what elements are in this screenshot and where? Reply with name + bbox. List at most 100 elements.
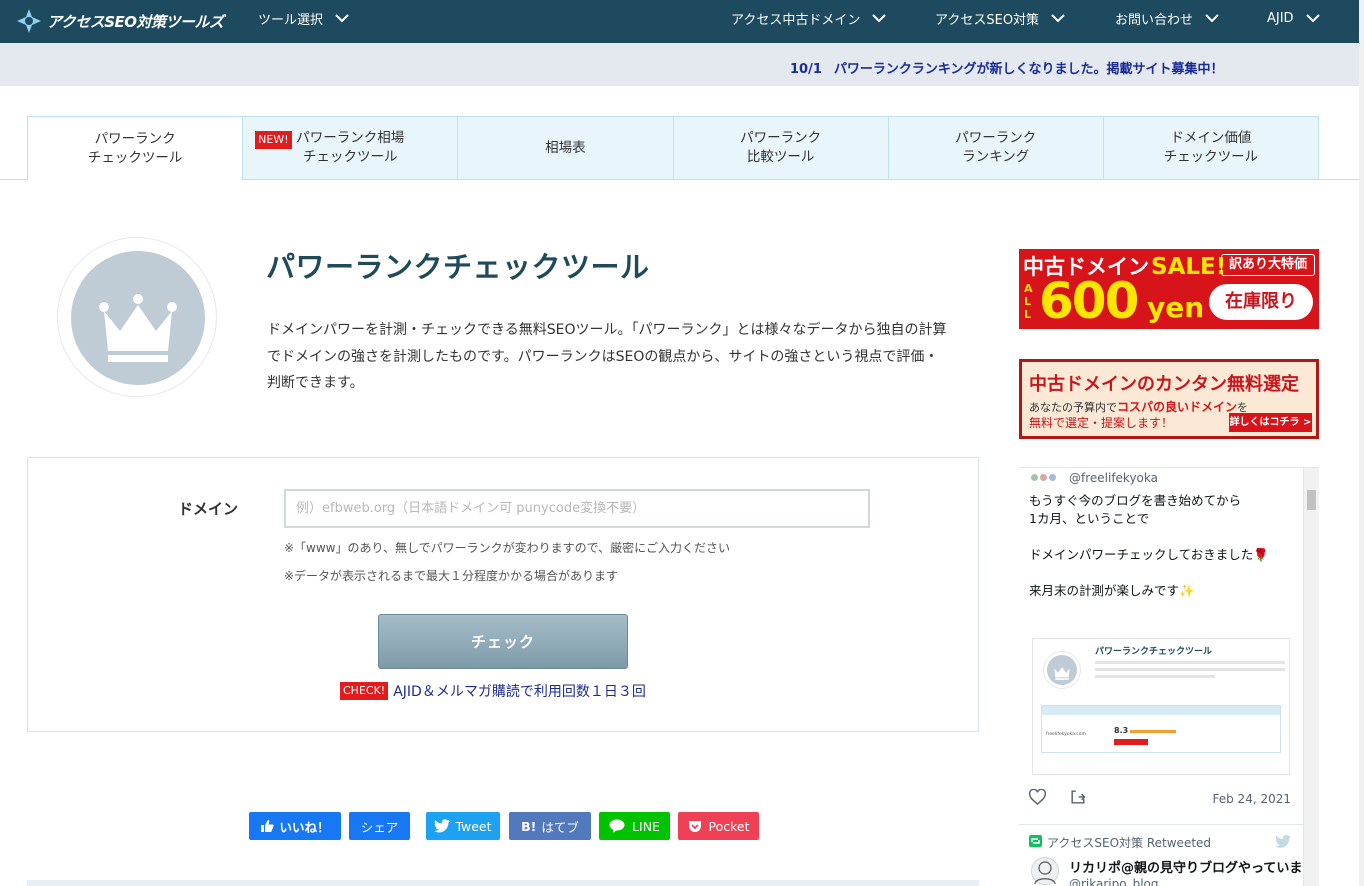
nav-ajid[interactable]: AJID [1267, 0, 1320, 36]
chevron-down-icon [1205, 13, 1219, 22]
nav-tool-select[interactable]: ツール選択 [258, 0, 349, 36]
page-title: パワーランクチェックツール [266, 250, 650, 284]
nav-used-domain[interactable]: アクセス中古ドメイン [731, 0, 887, 36]
twitter-timeline[interactable]: @freelifekyoka もうすぐ今のブログを書き始めてから 1カ月、という… [1019, 467, 1319, 886]
tab-label: 相場表 [545, 139, 586, 156]
site-header: アクセスSEO対策ツールズ ツール選択 アクセス中古ドメイン アクセスSEO対策… [0, 0, 1359, 43]
share-label: シェア [360, 819, 399, 835]
tab-market-table[interactable]: 相場表 [457, 116, 674, 180]
nav-label: ツール選択 [258, 12, 324, 28]
nav-label: AJID [1267, 10, 1294, 26]
facebook-like-button[interactable]: いいね！ [249, 812, 341, 840]
free-domain-selection-banner[interactable]: 中古ドメインのカンタン無料選定 あなたの予算内でコスパの良いドメインを 無料で選… [1019, 359, 1319, 439]
nav-label: アクセス中古ドメイン [731, 12, 861, 28]
card-domain: freelifekyoka.com [1046, 732, 1086, 737]
share-label: Pocket [708, 818, 750, 834]
card-badge [1114, 739, 1148, 745]
tab-label: 比較ツール [746, 149, 815, 165]
share-label: Tweet [455, 818, 492, 834]
timeline-scrollbar[interactable] [1303, 468, 1319, 886]
banner2-line1: あなたの予算内でコスパの良いドメインを [1029, 398, 1248, 415]
card-text-line [1095, 675, 1215, 678]
line-share-button[interactable]: LINE [599, 812, 670, 840]
banner2-line2: 無料で選定・提案します！ [1029, 416, 1174, 430]
tool-icon-bg [71, 251, 205, 385]
tweet-author-name[interactable]: リカリポ@親の見守りブログやっています [1069, 857, 1315, 876]
hatena-bookmark-button[interactable]: B! はてブ [509, 812, 591, 840]
nav-label: アクセスSEO対策 [935, 12, 1040, 28]
tab-powerrank-ranking[interactable]: パワーランク ランキング [887, 116, 1104, 180]
tab-label: チェックツール [87, 149, 183, 166]
chevron-down-icon [335, 13, 349, 22]
retweet-icon [1029, 835, 1042, 847]
tool-icon-circle [57, 237, 217, 397]
pocket-button[interactable]: Pocket [678, 812, 759, 840]
tweet-button[interactable]: Tweet [426, 812, 500, 840]
tweet-handle[interactable]: @freelifekyoka [1069, 471, 1158, 485]
twitter-bird-icon [434, 819, 451, 833]
tweet-date[interactable]: Feb 24, 2021 [1213, 792, 1292, 806]
banner-tag: 訳あり大特価 [1221, 254, 1315, 276]
tab-powerrank-market[interactable]: NEW! パワーランク相場 チェックツール [242, 116, 459, 180]
page-description: ドメインパワーを計測・チェックできる無料SEOツール。「パワーランク」とは様々な… [267, 322, 947, 391]
tab-domain-value[interactable]: ドメイン価値 チェックツール [1102, 116, 1320, 180]
tweet-divider [1019, 824, 1303, 825]
ajid-promo-text: AJID＆メルマガ購読で利用回数１日３回 [393, 684, 646, 700]
check-badge: CHECK! [340, 682, 389, 700]
twitter-bird-icon[interactable] [1275, 835, 1291, 848]
check-button[interactable]: チェック [378, 614, 628, 669]
new-badge: NEW! [255, 131, 292, 149]
share-icon[interactable] [1070, 789, 1086, 805]
thumbs-up-icon [261, 820, 275, 832]
tab-label: パワーランク [955, 130, 1037, 146]
tweet-avatar[interactable] [1031, 470, 1057, 484]
tab-label: パワーランク相場 [296, 130, 405, 146]
domain-input[interactable] [284, 489, 870, 528]
page-scrollbar[interactable] [1359, 0, 1364, 886]
line-chat-icon [609, 819, 625, 833]
notice-text: パワーランクランキングが新しくなりました。掲載サイト募集中！ [833, 62, 1224, 77]
notice-link[interactable]: 10/1 パワーランクランキングが新しくなりました。掲載サイト募集中！ [790, 58, 1224, 77]
tab-powerrank-check[interactable]: パワーランク チェックツール [27, 116, 244, 181]
chevron-down-icon [1305, 13, 1320, 22]
heart-icon[interactable] [1029, 789, 1046, 805]
tab-label: ランキング [962, 149, 1030, 165]
banner-price: 600 [1039, 272, 1139, 329]
banner2-text: あなたの予算内で [1029, 401, 1117, 414]
crown-icon [1054, 667, 1070, 680]
tab-label: ドメイン価値 [1170, 130, 1252, 146]
card-title: パワーランクチェックツール [1095, 647, 1213, 657]
tab-label: チェックツール [303, 149, 398, 165]
ajid-promo-link[interactable]: CHECK! AJID＆メルマガ購読で利用回数１日３回 [340, 681, 646, 701]
chevron-down-icon [1051, 13, 1065, 22]
facebook-share-button[interactable]: シェア [349, 812, 410, 840]
nav-contact[interactable]: お問い合わせ [1115, 0, 1219, 36]
share-label: いいね！ [279, 819, 330, 835]
domain-check-form: ドメイン ※「www」のあり、無しでパワーランクが変わりますので、厳密にご入力く… [27, 457, 979, 732]
tweet-image-card[interactable]: パワーランクチェックツール freelifekyoka.com 8.3 [1032, 638, 1290, 775]
tab-powerrank-compare[interactable]: パワーランク 比較ツール [672, 116, 889, 180]
tweet-text: もうすぐ今のブログを書き始めてから 1カ月、ということで ドメインパワーチェック… [1029, 493, 1269, 598]
card-text-line [1095, 661, 1285, 664]
banner-all: ALL [1024, 282, 1033, 321]
logo-icon [17, 9, 41, 33]
domain-label: ドメイン [178, 500, 239, 518]
used-domain-sale-banner[interactable]: 中古ドメインSALE! 訳あり大特価 ALL 600 yen 在庫限り [1019, 249, 1319, 329]
card-text-line [1095, 668, 1285, 671]
wait-note: ※データが表示されるまで最大１分程度かかる場合があります [284, 569, 619, 583]
timeline-scrollbar-thumb[interactable] [1307, 490, 1316, 510]
avatar[interactable] [1031, 857, 1059, 885]
site-logo[interactable]: アクセスSEO対策ツールズ [16, 6, 224, 36]
notice-date: 10/1 [790, 62, 822, 77]
tool-tabs: パワーランク チェックツール NEW! パワーランク相場 チェックツール 相場表 パ… [27, 116, 1320, 181]
tweet-author-handle[interactable]: @rikaripo_blog [1069, 877, 1159, 886]
hatena-icon: B! [521, 818, 537, 834]
nav-access-seo[interactable]: アクセスSEO対策 [935, 0, 1065, 36]
retweeted-by: アクセスSEO対策 Retweeted [1047, 836, 1212, 850]
card-table-header [1042, 706, 1280, 715]
banner-unit: yen [1147, 291, 1205, 324]
card-crown-bg [1047, 655, 1077, 685]
card-result-table: freelifekyoka.com 8.3 [1041, 705, 1281, 753]
tab-label: パワーランク [94, 130, 176, 147]
content-footer-strip [27, 880, 979, 886]
